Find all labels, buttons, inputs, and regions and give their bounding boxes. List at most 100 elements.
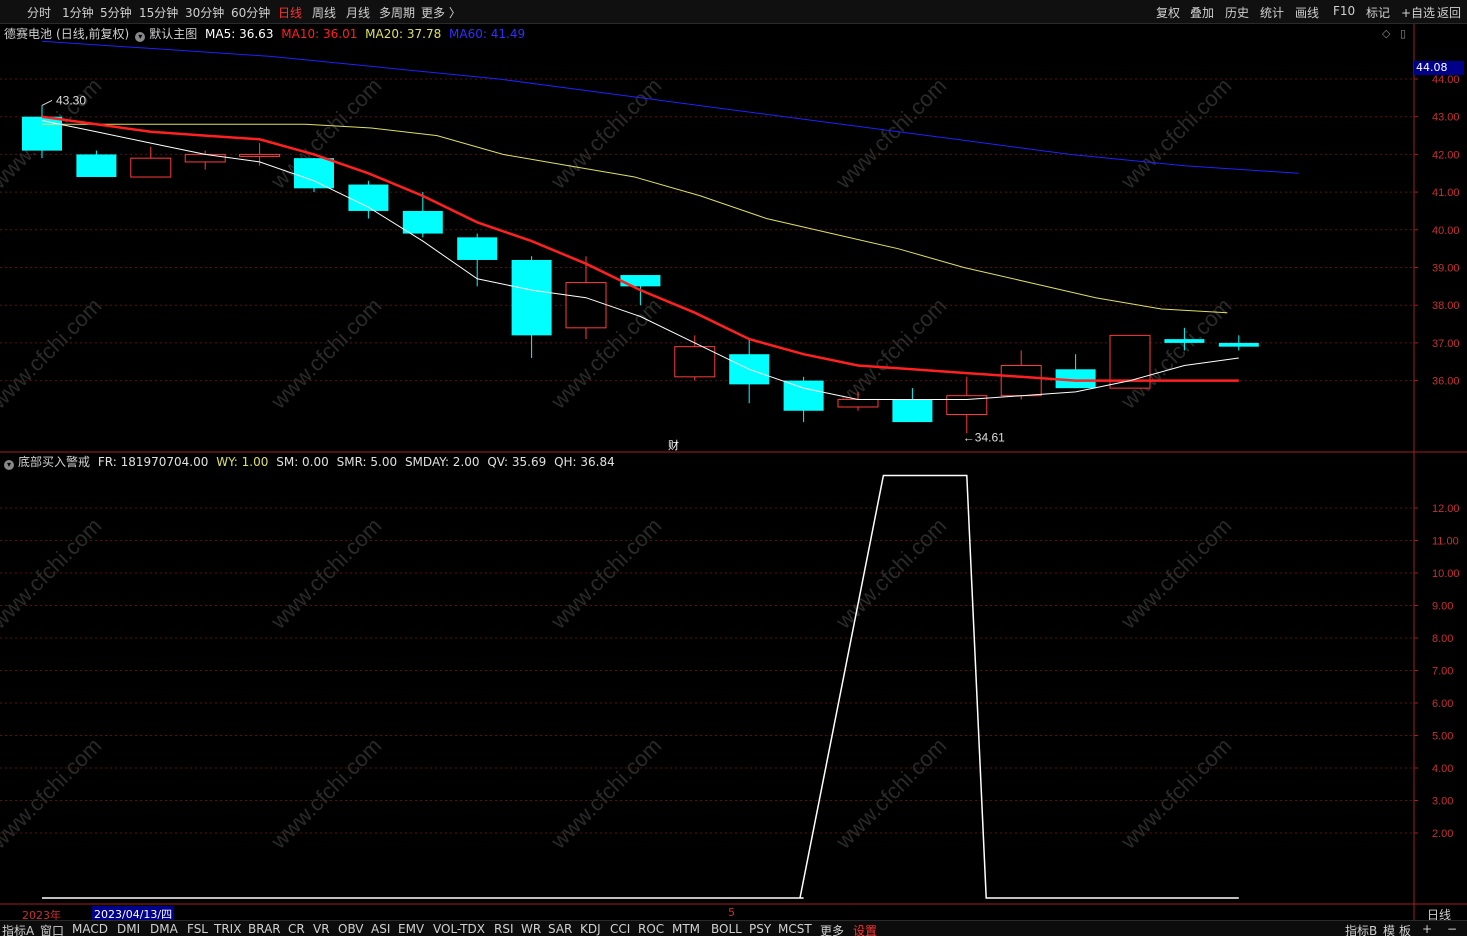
template-name[interactable]: 默认主图: [149, 27, 197, 41]
indicator-tab-11[interactable]: ASI: [371, 922, 390, 936]
indicator-tab-3[interactable]: DMI: [117, 922, 140, 936]
candle-body: [674, 346, 716, 378]
tabbar-action-1[interactable]: 模: [1383, 922, 1395, 936]
indicator-tab-7[interactable]: BRAR: [248, 922, 281, 936]
candle-body: [783, 380, 824, 411]
watermark-text: www.cfchi.com: [545, 73, 666, 194]
indicator-tab-21[interactable]: BOLL: [711, 922, 742, 936]
candle-body: [1000, 365, 1042, 397]
toolbar-action-6[interactable]: 标记: [1366, 4, 1390, 21]
period-tab-5[interactable]: 60分钟: [231, 4, 270, 21]
candle-body: [184, 153, 226, 163]
watermark-text: www.cfchi.com: [1115, 513, 1236, 634]
indicator-name[interactable]: 底部买入警戒: [18, 455, 90, 469]
period-tab-7[interactable]: 周线: [312, 4, 336, 21]
candle-body: [892, 399, 933, 423]
sub-axis-label: 10.00: [1432, 568, 1460, 580]
period-tab-9[interactable]: 多周期: [379, 4, 415, 21]
candle-body: [565, 282, 607, 329]
sub-axis-label: 3.00: [1432, 796, 1453, 808]
sub-axis-label: 9.00: [1432, 601, 1453, 613]
ma60-line: [41, 40, 1299, 174]
indicator-tab-18[interactable]: CCI: [610, 922, 630, 936]
main-axis-label: 38.00: [1432, 300, 1460, 312]
main-axis-label: 40.00: [1432, 225, 1460, 237]
indicator-tab-1[interactable]: 窗口: [40, 922, 64, 936]
sub-axis-label: 11.00: [1432, 536, 1459, 548]
ma60-value: MA60: 41.49: [449, 27, 526, 41]
candle-body: [511, 259, 552, 336]
tabbar-action-3[interactable]: +: [1422, 922, 1432, 936]
period-tab-1[interactable]: 1分钟: [62, 4, 94, 21]
tabbar-action-0[interactable]: 指标B: [1345, 922, 1377, 936]
watermark-text: www.cfchi.com: [545, 733, 666, 854]
smr-value: SMR: 5.00: [336, 455, 398, 469]
period-tab-4[interactable]: 30分钟: [185, 4, 224, 21]
indicator-tab-13[interactable]: VOL-TDX: [433, 922, 485, 936]
toolbar-action-4[interactable]: 画线: [1295, 4, 1319, 21]
main-axis-label: 39.00: [1432, 263, 1460, 275]
template-toggle-icon[interactable]: ▾: [135, 32, 146, 42]
main-panel-legend: 德赛电池 (日线,前复权) ▾ 默认主图 MA5: 36.63 MA10: 36.01…: [4, 25, 529, 42]
toolbar-action-2[interactable]: 历史: [1225, 4, 1249, 21]
indicator-tab-20[interactable]: MTM: [672, 922, 700, 936]
toolbar-action-1[interactable]: 叠加: [1190, 4, 1214, 21]
sub-axis-label: 8.00: [1432, 633, 1453, 645]
wy-value: WY: 1.00: [216, 455, 269, 469]
indicator-tab-23[interactable]: MCST: [778, 922, 812, 936]
indicator-tab-25[interactable]: 设置: [853, 922, 877, 936]
sub-axis-label: 2.00: [1432, 828, 1453, 840]
period-tab-8[interactable]: 月线: [346, 4, 370, 21]
indicator-tab-8[interactable]: CR: [288, 922, 305, 936]
indicator-tab-4[interactable]: DMA: [150, 922, 178, 936]
candle-body: [402, 210, 443, 234]
indicator-tab-9[interactable]: VR: [313, 922, 330, 936]
watermark-text: www.cfchi.com: [545, 513, 666, 634]
indicator-tab-22[interactable]: PSY: [749, 922, 771, 936]
indicator-tab-16[interactable]: SAR: [548, 922, 572, 936]
watermark-text: www.cfchi.com: [830, 513, 951, 634]
candle-body: [837, 398, 879, 408]
indicator-tab-6[interactable]: TRIX: [214, 922, 241, 936]
watermark-text: www.cfchi.com: [0, 733, 106, 854]
indicator-tab-2[interactable]: MACD: [72, 922, 108, 936]
watermark-text: www.cfchi.com: [830, 73, 951, 194]
period-tab-0[interactable]: 分时: [27, 4, 51, 21]
main-axis-label: 44.00: [1432, 74, 1460, 86]
sm-value: SM: 0.00: [276, 455, 329, 469]
main-axis-label: 37.00: [1432, 338, 1460, 350]
stock-name[interactable]: 德赛电池: [4, 27, 52, 41]
watermark-text: www.cfchi.com: [830, 733, 951, 854]
toolbar-action-3[interactable]: 统计: [1260, 4, 1284, 21]
toolbar-action-5[interactable]: F10: [1333, 4, 1355, 18]
toolbar-action-7[interactable]: +自选: [1401, 4, 1435, 21]
low-label: ←34.61: [963, 430, 1005, 444]
tabbar-action-2[interactable]: 板: [1399, 922, 1411, 936]
period-tab-3[interactable]: 15分钟: [139, 4, 178, 21]
indicator-tab-19[interactable]: ROC: [638, 922, 664, 936]
tabbar-action-4[interactable]: −: [1447, 922, 1457, 936]
period-tab-2[interactable]: 5分钟: [100, 4, 132, 21]
collapse-icon[interactable]: ◇: [1382, 27, 1390, 40]
indicator-tab-14[interactable]: RSI: [494, 922, 514, 936]
indicator-tab-5[interactable]: FSL: [187, 922, 208, 936]
toolbar-action-8[interactable]: 返回: [1437, 4, 1461, 21]
period-tab-10[interactable]: 更多 〉: [421, 4, 461, 21]
period-toolbar: 分时 1分钟 5分钟 15分钟 30分钟 60分钟 日线 周线 月线 多周期 更多 〉 复权 叠加 历史统…: [0, 0, 1467, 24]
indicator-tab-24[interactable]: 更多: [820, 922, 844, 936]
indicator-tab-12[interactable]: EMV: [398, 922, 424, 936]
watermark-text: www.cfchi.com: [1115, 733, 1236, 854]
toolbar-action-0[interactable]: 复权: [1156, 4, 1180, 21]
indicator-toggle-icon[interactable]: ▾: [4, 460, 14, 470]
indicator-tab-17[interactable]: KDJ: [580, 922, 601, 936]
restore-icon[interactable]: ▯: [1400, 27, 1406, 40]
candle-body: [130, 157, 172, 178]
indicator-tab-10[interactable]: OBV: [338, 922, 364, 936]
fr-value: FR: 181970704.00: [97, 455, 209, 469]
indicator-tab-15[interactable]: WR: [521, 922, 541, 936]
period-tab-6[interactable]: 日线: [278, 4, 302, 21]
watermark-text: www.cfchi.com: [830, 293, 951, 414]
main-axis-label: 42.00: [1432, 149, 1460, 161]
ma10-value: MA10: 36.01: [281, 27, 358, 41]
indicator-tab-0[interactable]: 指标A: [2, 922, 34, 936]
